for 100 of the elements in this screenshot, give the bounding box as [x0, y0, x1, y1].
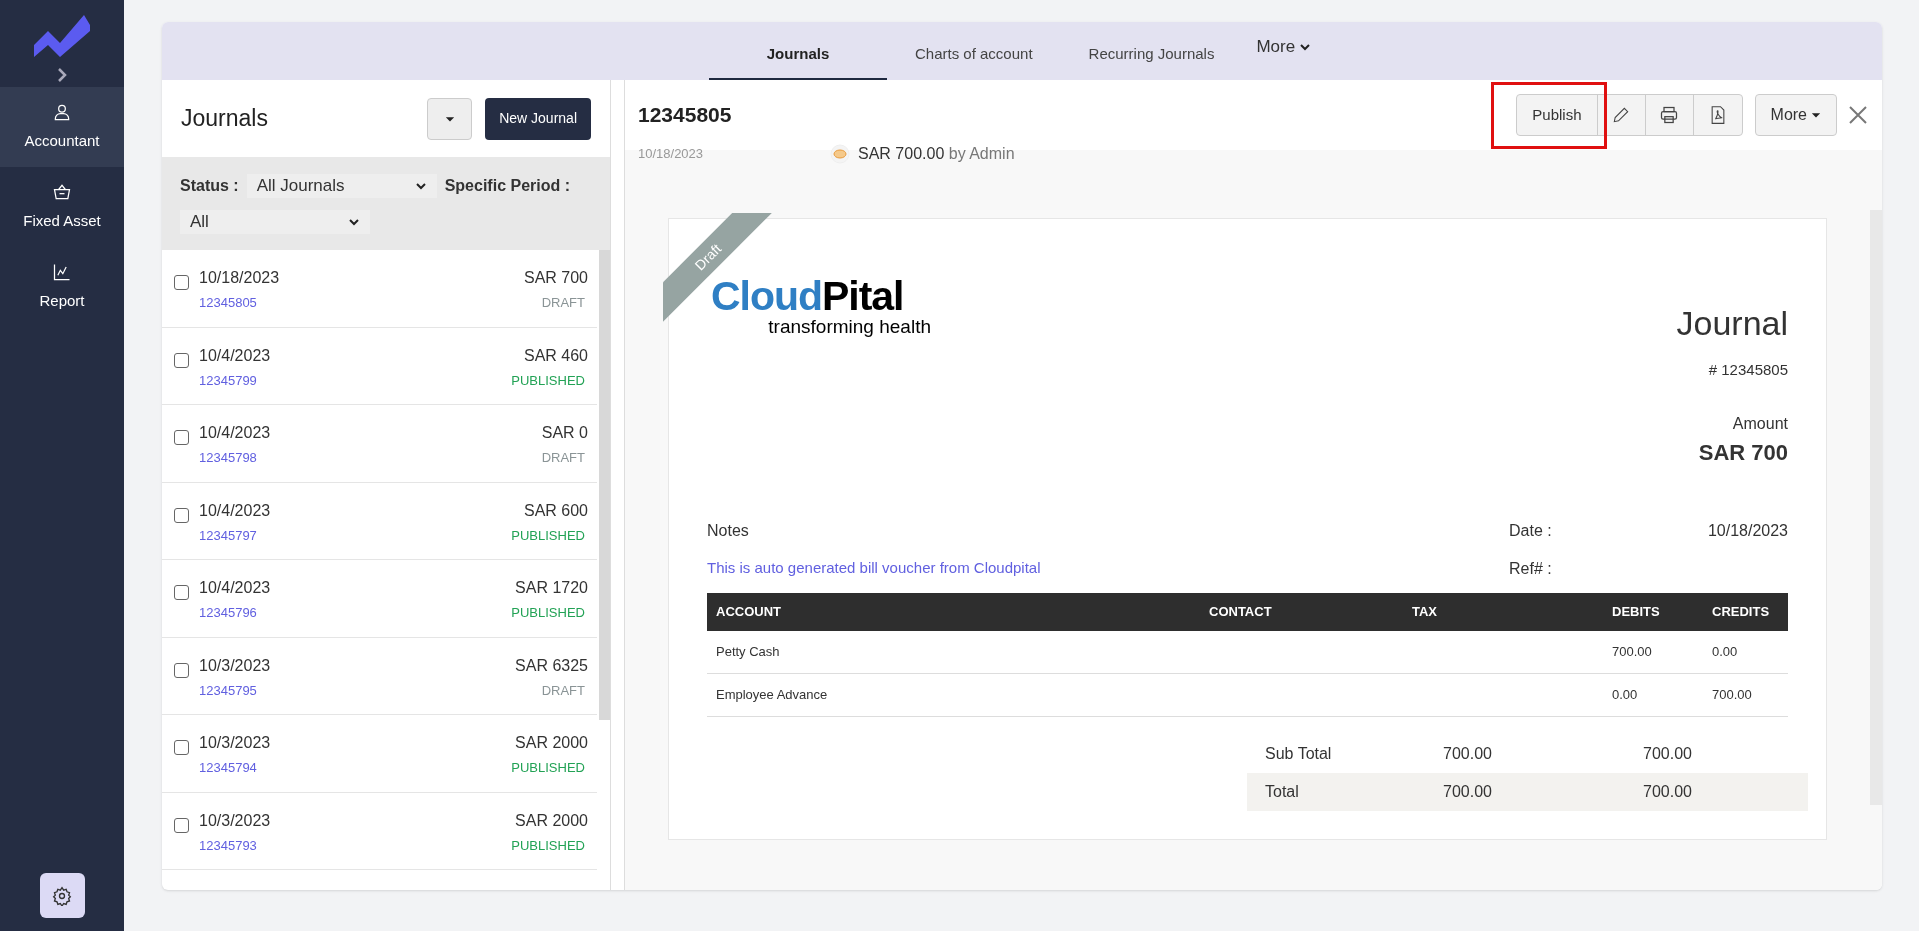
- row-number[interactable]: 12345798: [199, 448, 542, 468]
- journal-row[interactable]: 10/3/2023 12345794 SAR 2000 PUBLISHED: [162, 715, 597, 793]
- journal-row[interactable]: 10/18/2023 12345805 SAR 700 DRAFT: [162, 250, 597, 328]
- row-date: 10/3/2023: [199, 655, 272, 676]
- new-journal-button[interactable]: New Journal: [485, 97, 591, 140]
- status-select[interactable]: All Journals: [246, 174, 437, 198]
- row-status: PUBLISHED: [511, 836, 585, 855]
- close-icon[interactable]: [1847, 104, 1869, 126]
- company-logo: CloudPital transforming health: [710, 276, 932, 339]
- chevron-down-icon: [348, 216, 360, 228]
- row-amount: SAR 700: [523, 268, 588, 288]
- amount-value: SAR 700: [1698, 438, 1788, 467]
- row-date: 10/4/2023: [199, 500, 272, 521]
- total-label: Total: [1265, 781, 1300, 802]
- column-header: TAX: [1412, 602, 1439, 621]
- row-checkbox[interactable]: [174, 275, 189, 290]
- row-checkbox[interactable]: [174, 507, 189, 523]
- row-date: 10/3/2023: [199, 733, 272, 753]
- table-cell-text: 0.00: [1712, 642, 1739, 661]
- total-credit: 700.00: [1643, 743, 1693, 764]
- journal-row[interactable]: 10/3/2023 12345795 SAR 6325 DRAFT: [162, 637, 597, 715]
- tab[interactable]: Recurring Journals: [1060, 22, 1243, 80]
- table-cell-text: Petty Cash: [716, 642, 781, 661]
- row-status: PUBLISHED: [511, 371, 585, 390]
- more-tab[interactable]: More: [1242, 22, 1326, 80]
- row-amount: SAR 6325: [515, 655, 588, 676]
- row-status: PUBLISHED: [511, 604, 585, 622]
- row-amount: SAR 460: [523, 345, 588, 366]
- journal-row[interactable]: 10/4/2023 12345799 SAR 460 PUBLISHED: [162, 327, 597, 405]
- total-label: Sub Total: [1265, 743, 1333, 764]
- row-checkbox[interactable]: [174, 352, 189, 368]
- date-value: 10/18/2023: [1707, 520, 1788, 541]
- journal-row[interactable]: 10/3/2023 12345793 SAR 2000 PUBLISHED: [162, 792, 597, 870]
- ref-label: Ref# :: [1509, 558, 1553, 579]
- more-label: More: [1770, 105, 1807, 125]
- document-number: # 12345805: [1708, 360, 1788, 380]
- list-title: Journals: [181, 104, 269, 134]
- row-date: 10/18/2023: [199, 268, 281, 288]
- journal-row[interactable]: 10/4/2023 12345796 SAR 1720 PUBLISHED: [162, 560, 597, 638]
- more-button[interactable]: More: [1754, 94, 1837, 136]
- scrollbar[interactable]: [599, 250, 610, 720]
- row-date: 10/4/2023: [199, 345, 272, 366]
- notes-text: This is auto generated bill voucher from Cloudpital: [707, 557, 1042, 578]
- document-heading: Journal: [1676, 303, 1788, 344]
- row-date: 10/3/2023: [199, 810, 272, 831]
- journal-row[interactable]: 10/4/2023 12345797 SAR 600 PUBLISHED: [162, 482, 597, 560]
- column-header: CREDITS: [1712, 602, 1771, 621]
- row-status: DRAFT: [541, 294, 585, 312]
- row-number[interactable]: 12345805: [199, 293, 524, 313]
- sidebar-item[interactable]: Fixed Asset: [0, 167, 124, 247]
- printer-icon: [1659, 105, 1680, 125]
- total-debit: 700.00: [1443, 781, 1493, 802]
- row-amount: SAR 2000: [515, 733, 588, 753]
- row-number[interactable]: 12345799: [199, 370, 512, 390]
- row-number[interactable]: 12345796: [199, 603, 512, 623]
- period-value: All: [190, 211, 209, 234]
- row-number[interactable]: 12345797: [199, 525, 512, 545]
- column-header: DEBITS: [1612, 602, 1661, 621]
- row-amount: SAR 1720: [515, 578, 588, 598]
- table-cell-text: 0.00: [1612, 685, 1639, 704]
- row-checkbox[interactable]: [174, 817, 189, 833]
- journal-row[interactable]: 10/4/2023 12345798 SAR 0 DRAFT: [162, 405, 597, 483]
- table-cell-text: Employee Advance: [716, 685, 829, 704]
- row-amount: SAR 600: [523, 500, 588, 521]
- activity-text: SAR 700.00 by Admin: [858, 144, 1015, 164]
- amount-label: Amount: [1732, 413, 1788, 434]
- sidebar-item[interactable]: Report: [0, 247, 124, 327]
- tab[interactable]: Charts of account: [887, 22, 1061, 80]
- status-value: All Journals: [256, 175, 345, 198]
- table-cell-text: 700.00: [1712, 685, 1753, 704]
- row-checkbox[interactable]: [174, 585, 189, 600]
- settings-icon: [52, 885, 72, 906]
- sidebar-item[interactable]: Accountant: [0, 87, 124, 167]
- row-amount: SAR 2000: [515, 810, 588, 831]
- row-checkbox[interactable]: [174, 662, 189, 678]
- caret-icon: [1811, 110, 1821, 120]
- journal-number-title: 12345805: [638, 102, 733, 129]
- row-status: PUBLISHED: [511, 526, 585, 545]
- row-status: PUBLISHED: [511, 759, 585, 777]
- column-header: ACCOUNT: [716, 602, 782, 621]
- row-amount: SAR 0: [541, 423, 588, 443]
- settings-button[interactable]: [39, 873, 85, 918]
- logo-icon: [34, 15, 90, 57]
- row-date: 10/4/2023: [199, 578, 272, 598]
- row-status: DRAFT: [541, 449, 585, 467]
- column-header: CONTACT: [1209, 602, 1273, 621]
- date-label: Date :: [1509, 520, 1552, 541]
- period-select[interactable]: All: [180, 210, 370, 234]
- row-number[interactable]: 12345794: [199, 758, 512, 778]
- row-date: 10/4/2023: [199, 423, 272, 443]
- notes-label: Notes: [707, 520, 750, 541]
- period-label: Specific Period :: [444, 176, 571, 196]
- row-checkbox[interactable]: [174, 430, 189, 445]
- activity-date: 10/18/2023: [638, 145, 705, 164]
- row-number[interactable]: 12345793: [199, 835, 512, 855]
- total-debit: 700.00: [1443, 743, 1493, 764]
- row-number[interactable]: 12345795: [199, 680, 516, 700]
- row-checkbox[interactable]: [174, 740, 189, 755]
- table-cell-text: 700.00: [1612, 642, 1653, 661]
- row-status: DRAFT: [541, 681, 585, 700]
